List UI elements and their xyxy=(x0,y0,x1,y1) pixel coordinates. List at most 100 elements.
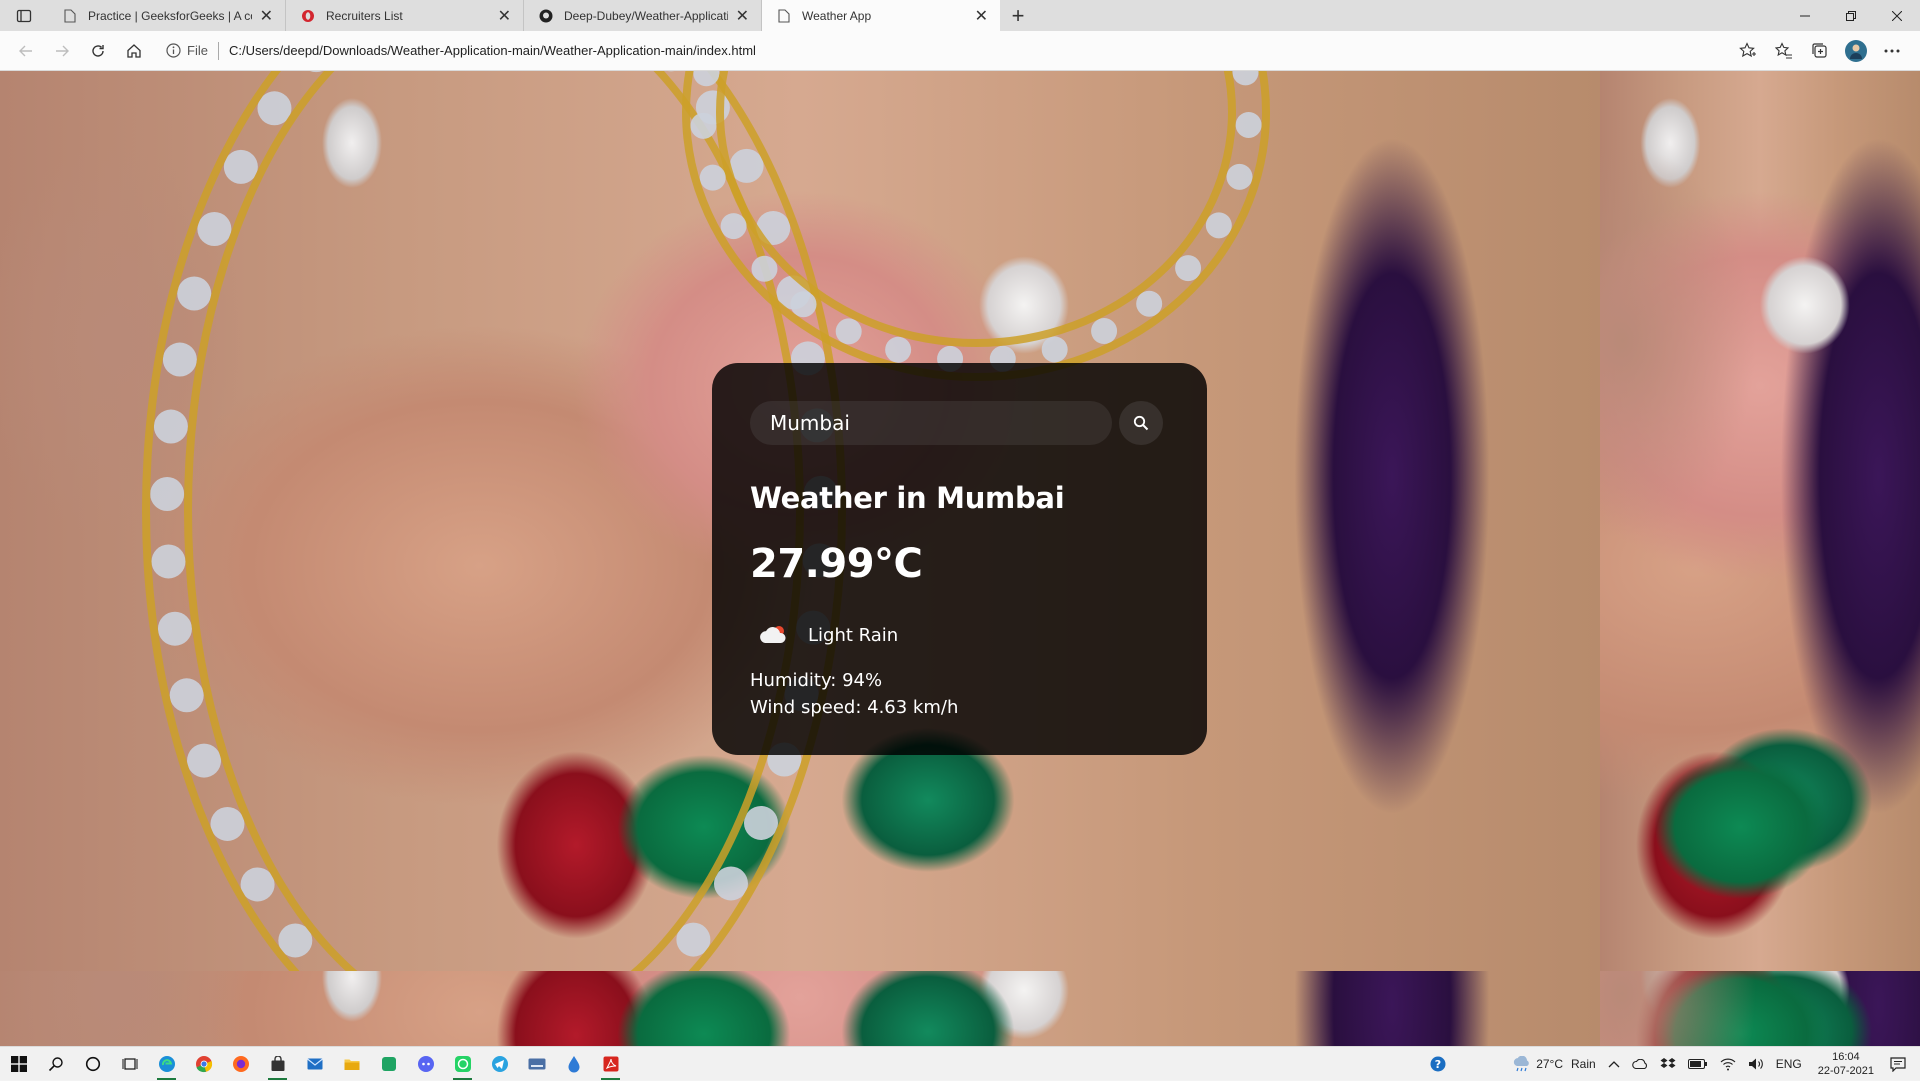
forward-button[interactable] xyxy=(44,35,80,67)
keyboard-app[interactable] xyxy=(518,1047,555,1081)
cortana-icon xyxy=(85,1056,100,1071)
favorites-button[interactable] xyxy=(1766,35,1802,67)
background-image xyxy=(1600,71,1920,971)
clock[interactable]: 16:04 22-07-2021 xyxy=(1818,1050,1874,1078)
store-app[interactable] xyxy=(259,1047,296,1081)
taskbar-weather-condition: Rain xyxy=(1571,1056,1596,1071)
task-view-button[interactable] xyxy=(111,1047,148,1081)
store-bag-icon xyxy=(271,1055,284,1071)
firefox-icon xyxy=(232,1055,249,1072)
background-image xyxy=(0,971,1600,1046)
system-tray: ? 27°C Rain ENG 16:04 22-07-2021 xyxy=(1424,1047,1920,1081)
address-url[interactable]: C:/Users/deepd/Downloads/Weather-Applica… xyxy=(229,43,756,58)
acrobat-app[interactable] xyxy=(592,1047,629,1081)
drop-app[interactable] xyxy=(555,1047,592,1081)
add-favorite-button[interactable] xyxy=(1730,35,1766,67)
refresh-button[interactable] xyxy=(80,35,116,67)
whatsapp-icon xyxy=(454,1055,471,1072)
restore-button[interactable] xyxy=(1828,0,1874,31)
city-heading: Weather in Mumbai xyxy=(750,481,1065,515)
collections-icon xyxy=(1812,42,1827,58)
close-icon[interactable]: ✕ xyxy=(260,6,273,26)
page-icon xyxy=(62,8,78,24)
new-tab-button[interactable]: + xyxy=(1000,0,1036,31)
temperature: 27.99°C xyxy=(750,541,923,587)
edge-app[interactable] xyxy=(148,1047,185,1081)
file-explorer-app[interactable] xyxy=(333,1047,370,1081)
chrome-icon xyxy=(195,1055,212,1072)
clock-date: 22-07-2021 xyxy=(1817,1064,1874,1077)
close-icon[interactable]: ✕ xyxy=(498,6,511,26)
chrome-app[interactable] xyxy=(185,1047,222,1081)
window-controls xyxy=(1782,0,1920,31)
tab-actions-button[interactable] xyxy=(0,0,48,31)
chevron-up-icon[interactable] xyxy=(1608,1060,1620,1068)
profile-button[interactable] xyxy=(1838,35,1874,67)
help-icon[interactable]: ? xyxy=(1430,1056,1446,1072)
tab-geeksforgeeks[interactable]: Practice | GeeksforGeeks | A com ✕ xyxy=(48,0,286,31)
toolbar-right xyxy=(1730,35,1920,67)
mail-app[interactable] xyxy=(296,1047,333,1081)
avatar xyxy=(1845,39,1867,62)
star-plus-icon xyxy=(1739,41,1756,57)
favorites-icon xyxy=(1775,41,1792,59)
search-button[interactable] xyxy=(37,1047,74,1081)
background-image xyxy=(1600,971,1920,1046)
drop-icon xyxy=(568,1055,579,1072)
svg-text:?: ? xyxy=(1435,1058,1441,1071)
firefox-app[interactable] xyxy=(222,1047,259,1081)
settings-menu-button[interactable] xyxy=(1874,35,1910,67)
notifications-icon[interactable] xyxy=(1890,1056,1906,1072)
wifi-icon[interactable] xyxy=(1720,1057,1736,1071)
cortana-button[interactable] xyxy=(74,1047,111,1081)
clock-time: 16:04 xyxy=(1832,1050,1860,1063)
minimize-button[interactable] xyxy=(1782,0,1828,31)
green-app[interactable] xyxy=(370,1047,407,1081)
address-bar[interactable]: File C:/Users/deepd/Downloads/Weather-Ap… xyxy=(166,36,1646,66)
restore-icon xyxy=(1846,10,1856,21)
dropbox-icon[interactable] xyxy=(1660,1057,1676,1071)
volume-icon[interactable] xyxy=(1748,1057,1764,1071)
site-info-button[interactable]: File xyxy=(166,43,208,58)
close-icon[interactable]: ✕ xyxy=(975,6,988,26)
tab-github-repo[interactable]: Deep-Dubey/Weather-Applicatio ✕ xyxy=(524,0,762,31)
language-indicator[interactable]: ENG xyxy=(1776,1057,1802,1071)
battery-icon[interactable] xyxy=(1687,1058,1708,1069)
onedrive-icon[interactable] xyxy=(1631,1058,1648,1069)
tab-actions-icon xyxy=(16,9,32,22)
close-icon[interactable]: ✕ xyxy=(736,6,749,26)
close-window-button[interactable] xyxy=(1874,0,1920,31)
refresh-icon xyxy=(92,44,104,57)
telegram-app[interactable] xyxy=(481,1047,518,1081)
discord-icon xyxy=(417,1055,434,1072)
mail-icon xyxy=(306,1058,323,1069)
city-search-input[interactable] xyxy=(750,401,1112,445)
whatsapp-app[interactable] xyxy=(444,1047,481,1081)
arrow-right-icon xyxy=(56,45,69,56)
collections-button[interactable] xyxy=(1802,35,1838,67)
tab-title: Recruiters List xyxy=(326,8,403,23)
home-button[interactable] xyxy=(116,35,152,67)
weather-card: Weather in Mumbai 27.99°C Light Rain Hum… xyxy=(712,363,1207,755)
weather-description: Light Rain xyxy=(808,624,899,646)
tab-weather-app[interactable]: Weather App ✕ xyxy=(762,0,1000,31)
start-button[interactable] xyxy=(0,1047,37,1081)
tab-recruiters-list[interactable]: Recruiters List ✕ xyxy=(286,0,524,31)
page-icon xyxy=(776,8,792,24)
cloud-rain-icon xyxy=(750,615,798,655)
search-bar xyxy=(750,401,1169,445)
taskbar-weather-temp: 27°C xyxy=(1536,1056,1564,1071)
windows-logo-icon xyxy=(10,1055,27,1072)
pdf-icon xyxy=(603,1056,618,1071)
discord-app[interactable] xyxy=(407,1047,444,1081)
opera-icon xyxy=(300,8,316,24)
telegram-icon xyxy=(491,1055,508,1072)
info-icon xyxy=(166,43,181,58)
browser-toolbar: File C:/Users/deepd/Downloads/Weather-Ap… xyxy=(0,31,1920,71)
back-button[interactable] xyxy=(8,35,44,67)
github-icon xyxy=(538,8,554,24)
search-button[interactable] xyxy=(1119,401,1163,445)
close-icon xyxy=(1892,10,1902,21)
weather-widget[interactable]: 27°C Rain xyxy=(1512,1055,1596,1072)
tab-title: Deep-Dubey/Weather-Applicatio xyxy=(564,8,728,23)
